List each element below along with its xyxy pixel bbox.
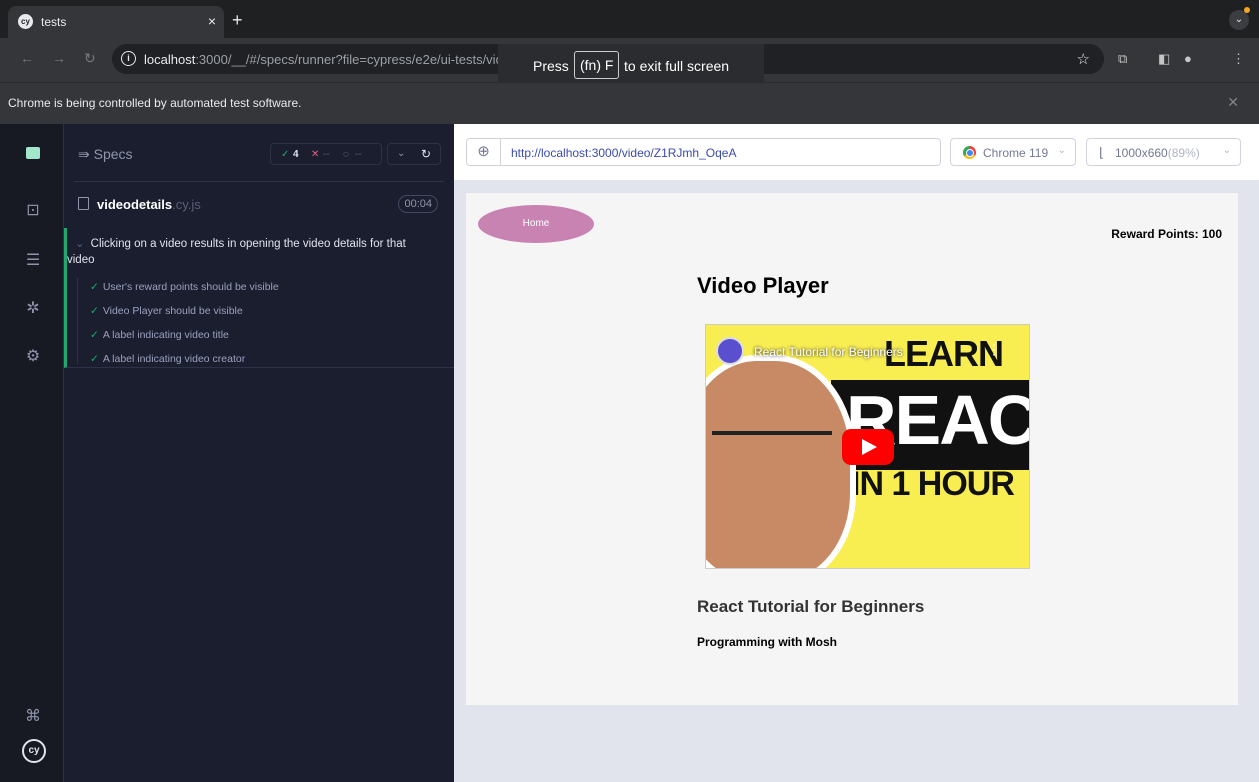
tab-search-button[interactable]: ⌄ bbox=[1229, 7, 1250, 30]
profile-icon[interactable]: ● bbox=[1184, 51, 1192, 66]
settings-gear-icon[interactable]: ⚙ bbox=[24, 348, 42, 366]
spec-file-name: videodetails.cy.js bbox=[97, 197, 201, 212]
new-tab-button[interactable]: + bbox=[232, 11, 243, 29]
spec-duration: 00:04 bbox=[398, 195, 438, 213]
thumbnail-text: IN 1 HOUR bbox=[851, 465, 1015, 503]
video-player[interactable]: LEARN REACT IN 1 HOUR React Tutorial for… bbox=[705, 324, 1030, 569]
automation-infobar: Chrome is being controlled by automated … bbox=[0, 82, 1259, 124]
pending-count: -- bbox=[355, 149, 362, 160]
pending-icon: ◌ bbox=[343, 149, 349, 160]
test-item[interactable]: ✓ Video Player should be visible bbox=[90, 305, 243, 317]
aut-header: ⊕ http://localhost:3000/video/Z1RJmh_Oqe… bbox=[454, 124, 1259, 180]
test-suite: ⌄ Clicking on a video results in opening … bbox=[64, 228, 454, 368]
test-item[interactable]: ✓ User's reward points should be visible bbox=[90, 281, 279, 293]
expand-chevron-icon[interactable]: ⌄ bbox=[397, 148, 405, 159]
viewport-selector[interactable]: ⌊ 1000x660(89%) ⌄ bbox=[1086, 138, 1241, 166]
video-title: React Tutorial for Beginners bbox=[697, 597, 925, 616]
check-icon: ✓ bbox=[90, 329, 99, 341]
menu-icon[interactable]: ⋮ bbox=[1232, 51, 1245, 67]
suite-indent-line bbox=[77, 278, 78, 364]
fullscreen-notice: Press (fn) F to exit full screen bbox=[498, 44, 764, 87]
reporter-panel: ⇛ Specs ✓ 4 ✕ -- ◌ -- ⌄ ↻ videodetails.c… bbox=[64, 124, 454, 782]
bookmark-star-icon[interactable]: ☆ bbox=[1077, 50, 1090, 68]
cypress-sidenav: ⊡ ☰ ✲ ⚙ ⌘ cy bbox=[0, 124, 64, 782]
cypress-logo-icon: cy bbox=[22, 739, 46, 763]
cypress-favicon-icon: cy bbox=[18, 14, 33, 29]
tab-title: tests bbox=[41, 15, 67, 29]
reward-points: Reward Points: 100 bbox=[1111, 227, 1222, 241]
cypress-runner: ⊡ ☰ ✲ ⚙ ⌘ cy ⇛ Specs ✓ 4 ✕ -- ◌ -- ⌄ ↻ v… bbox=[0, 124, 1259, 782]
test-item[interactable]: ✓ A label indicating video creator bbox=[90, 353, 245, 365]
extensions-icon[interactable]: ⧉ bbox=[1118, 51, 1127, 67]
tab-close-icon[interactable]: × bbox=[208, 13, 216, 29]
viewport-icon: ⌊ bbox=[1099, 145, 1105, 160]
passed-count: 4 bbox=[293, 149, 299, 160]
document-icon bbox=[78, 197, 89, 210]
keyboard-shortcuts-icon[interactable]: ⌘ bbox=[24, 708, 42, 726]
chevron-down-icon: ⌄ bbox=[1057, 145, 1066, 156]
channel-avatar[interactable] bbox=[716, 337, 744, 365]
notification-dot-icon bbox=[1244, 7, 1250, 13]
aut-url[interactable]: http://localhost:3000/video/Z1RJmh_OqeA bbox=[501, 138, 941, 166]
fullscreen-key: (fn) F bbox=[574, 51, 620, 79]
specs-list-icon[interactable]: ☰ bbox=[24, 252, 42, 270]
address-url[interactable]: localhost:3000/__/#/specs/runner?file=cy… bbox=[144, 52, 504, 67]
infobar-close-icon[interactable]: ✕ bbox=[1227, 94, 1239, 111]
chrome-icon bbox=[963, 146, 976, 159]
reporter-header: ⇛ Specs ✓ 4 ✕ -- ◌ -- ⌄ ↻ bbox=[64, 124, 454, 182]
browser-tab[interactable]: cy tests × bbox=[8, 6, 224, 38]
check-icon: ✓ bbox=[90, 305, 99, 317]
site-info-icon[interactable]: i bbox=[121, 51, 136, 66]
debug-bug-icon[interactable]: ✲ bbox=[24, 300, 42, 318]
aut-panel: ⊕ http://localhost:3000/video/Z1RJmh_Oqe… bbox=[454, 124, 1259, 782]
back-icon[interactable]: ← bbox=[20, 50, 34, 66]
side-panel-icon[interactable]: ◧ bbox=[1158, 51, 1170, 67]
project-icon[interactable] bbox=[24, 144, 42, 162]
selector-playground-icon[interactable]: ⊕ bbox=[466, 138, 501, 166]
fullscreen-hint: to exit full screen bbox=[624, 58, 730, 74]
specs-toggle[interactable]: ⇛ Specs bbox=[78, 146, 133, 163]
browser-tabbar: cy tests × + ⌄ bbox=[0, 0, 1259, 38]
reporter-controls: ⌄ ↻ bbox=[387, 143, 441, 165]
passed-icon: ✓ bbox=[281, 149, 290, 160]
failed-icon: ✕ bbox=[311, 149, 320, 160]
fullscreen-press: Press bbox=[533, 58, 569, 74]
video-overlay-title[interactable]: React Tutorial for Beginners bbox=[754, 345, 903, 359]
chevron-down-icon: ⌄ bbox=[1222, 145, 1231, 156]
check-icon: ✓ bbox=[90, 281, 99, 293]
suite-chevron-icon: ⌄ bbox=[75, 238, 85, 250]
test-stats: ✓ 4 ✕ -- ◌ -- bbox=[270, 143, 382, 165]
test-item[interactable]: ✓ A label indicating video title bbox=[90, 329, 229, 341]
check-icon: ✓ bbox=[90, 353, 99, 365]
thumbnail-person bbox=[706, 355, 856, 568]
reload-icon[interactable]: ↻ bbox=[84, 50, 96, 67]
automation-message: Chrome is being controlled by automated … bbox=[8, 96, 302, 110]
rerun-icon[interactable]: ↻ bbox=[421, 147, 431, 161]
forward-icon[interactable]: → bbox=[52, 50, 66, 66]
runs-icon[interactable]: ⊡ bbox=[24, 202, 42, 220]
video-menu-icon[interactable]: ⋮ bbox=[987, 341, 1001, 358]
failed-count: -- bbox=[323, 149, 330, 160]
youtube-play-icon[interactable] bbox=[842, 429, 894, 465]
spec-file-row[interactable]: videodetails.cy.js 00:04 bbox=[64, 182, 454, 228]
app-viewport: Home Reward Points: 100 Video Player LEA… bbox=[466, 193, 1238, 705]
home-button[interactable]: Home bbox=[478, 205, 594, 243]
page-title: Video Player bbox=[697, 273, 829, 298]
suite-title[interactable]: ⌄ Clicking on a video results in opening … bbox=[67, 236, 427, 268]
video-creator: Programming with Mosh bbox=[697, 635, 838, 649]
browser-selector[interactable]: Chrome 119 ⌄ bbox=[950, 138, 1076, 166]
